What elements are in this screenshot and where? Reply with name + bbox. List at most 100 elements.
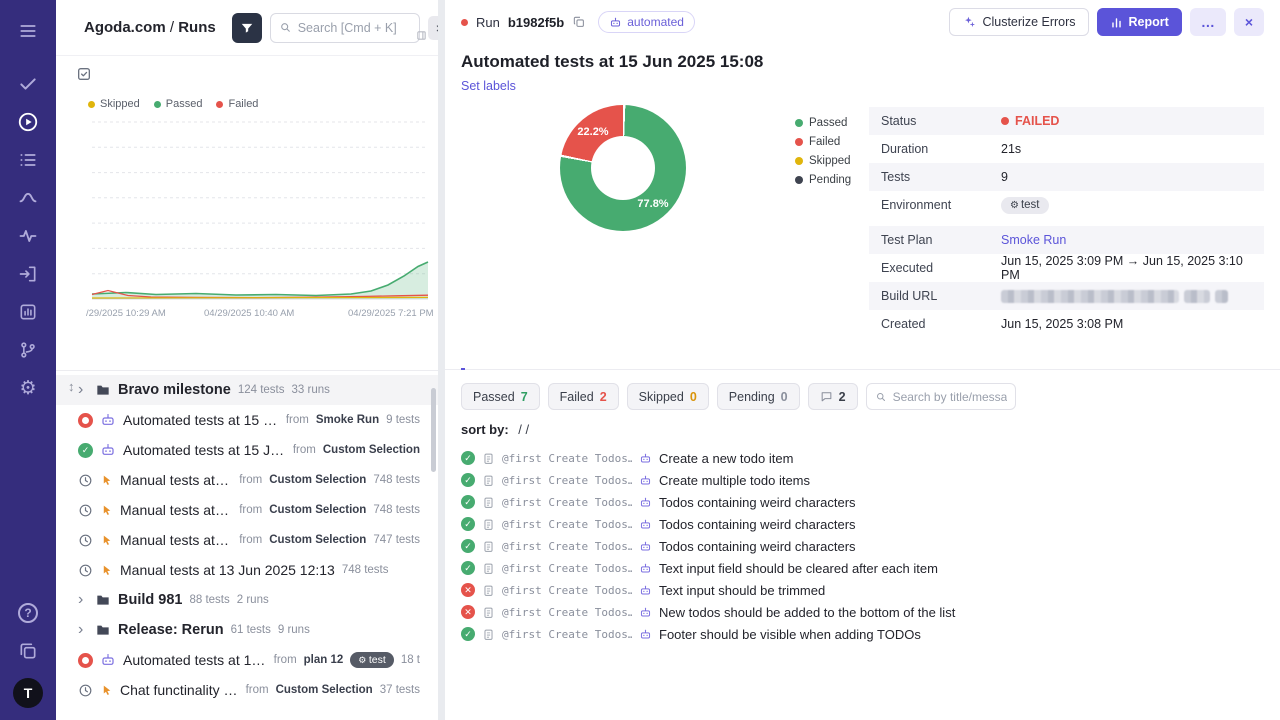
test-plan-link[interactable]: Smoke Run — [1001, 233, 1066, 247]
run-meta-runs: 9 runs — [277, 624, 310, 636]
run-tree-item[interactable]: › ✓ Manual tests at 13 Jun 2025 12:13 74… — [56, 555, 438, 585]
tasks-icon[interactable] — [9, 70, 47, 98]
import-icon[interactable] — [9, 260, 47, 288]
legend-dot — [153, 100, 161, 108]
file-icon — [482, 584, 495, 597]
run-meta-tests: 748 tests — [373, 474, 420, 486]
run-tree-item[interactable]: › ✓ Automated tests at 15 Jun 2025 15:08… — [56, 405, 438, 435]
run-tree-item[interactable]: › ✓ Automated tests at 15 May 2025 12:32… — [56, 645, 438, 675]
suites-icon[interactable] — [9, 146, 47, 174]
manual-hand-icon — [100, 504, 113, 517]
run-title: Automated tests at 15 Jun 2025 15:08 — [123, 412, 279, 428]
run-tree-item[interactable]: › ✓ Manual tests at 13 Jun 2025 12:16 fr… — [56, 495, 438, 525]
test-row[interactable]: ✓ ✕ @first Create Todos… Todos containin… — [445, 535, 1280, 557]
set-labels-link[interactable]: Set labels — [461, 79, 516, 93]
run-tree-item[interactable]: › ✓ Automated tests at 15 Jun 2025 15:01… — [56, 435, 438, 465]
sort-option[interactable] — [515, 422, 526, 437]
test-passed-icon: ✓ — [461, 495, 475, 509]
test-row[interactable]: ✓ ✕ @first Create Todos… Create multiple… — [445, 469, 1280, 491]
close-panel-button[interactable]: × — [427, 15, 438, 40]
more-actions-button[interactable]: … — [1189, 8, 1226, 36]
run-tree-item[interactable]: › ✓ Chat functinality test Copy from Cus… — [56, 675, 438, 705]
test-row[interactable]: ✓ ✕ @first Create Todos… Todos containin… — [445, 513, 1280, 535]
run-title-heading: Automated tests at 15 Jun 2025 15:08 — [461, 52, 764, 71]
reports-icon[interactable] — [9, 298, 47, 326]
filter-button[interactable] — [231, 12, 262, 43]
report-button[interactable]: Report — [1096, 8, 1182, 36]
run-detail-tab[interactable] — [517, 354, 521, 369]
sparkle-icon — [962, 15, 976, 29]
project-name[interactable]: Agoda.com — [84, 19, 166, 36]
test-row[interactable]: ✓ ✕ @first Create Todos… Create a new to… — [445, 447, 1280, 469]
detail-row: Executed Jun 15, 2025 3:09 PM → Jun 15, … — [869, 254, 1264, 282]
donut-legend-item: Pending — [795, 174, 851, 186]
x-tick-label: /29/2025 10:29 AM — [86, 308, 166, 319]
dock-panel-icon[interactable] — [416, 30, 427, 41]
test-title: Todos containing weird characters — [659, 516, 856, 532]
automated-badge[interactable]: automated — [598, 11, 695, 33]
robot-icon — [639, 628, 652, 641]
clusterize-errors-button[interactable]: Clusterize Errors — [949, 8, 1089, 36]
manual-hand-icon — [100, 564, 113, 577]
runs-icon[interactable] — [9, 108, 47, 136]
select-all-checkbox-icon[interactable] — [76, 66, 92, 82]
comments-filter-button[interactable]: 2 — [807, 383, 858, 410]
settings-gear-icon[interactable]: ⚙ — [9, 374, 47, 402]
chevron-right-icon[interactable]: › — [78, 382, 88, 398]
detail-row: Tests 9 9 9 9 — [869, 163, 1264, 191]
detail-label: Environment — [881, 198, 952, 212]
run-tree-item[interactable]: › ✓ Manual tests at 13 Jun 2025 12:13 fr… — [56, 525, 438, 555]
status-filter-button[interactable]: Passed 7 — [461, 383, 540, 410]
pulse-icon[interactable] — [9, 222, 47, 250]
runs-panel-header: Agoda.com / Runs × — [56, 0, 438, 56]
run-tree-item[interactable]: › ✓ Manual tests at 13 Jun 2025 12:17 fr… — [56, 465, 438, 495]
detail-row: Status FAILED FAILED FAILED FAILED — [869, 107, 1264, 135]
test-row[interactable]: ✓ ✕ @first Create Todos… Todos containin… — [445, 491, 1280, 513]
run-detail-tab[interactable] — [461, 354, 465, 370]
test-title: Todos containing weird characters — [659, 494, 856, 510]
status-filter-button[interactable]: Failed 2 — [547, 383, 619, 410]
test-suite-prefix: @first Create Todos… — [502, 517, 632, 531]
projects-icon[interactable] — [9, 637, 47, 665]
copy-icon[interactable] — [572, 15, 586, 29]
status-filter-button[interactable]: Skipped 0 — [626, 383, 709, 410]
run-meta-tests: 18 t — [400, 654, 420, 666]
test-row[interactable]: ✓ ✕ @first Create Todos… Footer should b… — [445, 623, 1280, 645]
donut-legend-item: Skipped — [795, 155, 851, 167]
tests-search-input[interactable] — [892, 389, 1007, 404]
test-failed-icon: ✕ — [461, 583, 475, 597]
branches-icon[interactable] — [9, 336, 47, 364]
test-row[interactable]: ✓ ✕ @first Create Todos… New todos shoul… — [445, 601, 1280, 623]
test-row[interactable]: ✓ ✕ @first Create Todos… Text input fiel… — [445, 557, 1280, 579]
status-dot — [1001, 117, 1009, 125]
status-filter-button[interactable]: Pending 0 — [716, 383, 800, 410]
resize-cursor-icon[interactable]: ↕ — [68, 379, 75, 394]
test-row[interactable]: ✓ ✕ @first Create Todos… Text input shou… — [445, 579, 1280, 601]
run-tree-item[interactable]: › ✓ Build 981 88 tests 2 runs — [56, 585, 438, 615]
scrollbar-thumb[interactable] — [431, 388, 436, 472]
analytics-wave-icon[interactable] — [9, 184, 47, 212]
chevron-right-icon[interactable]: › — [78, 622, 88, 638]
run-id: b1982f5b — [507, 14, 565, 30]
run-tree-item[interactable]: › ✓ Release: Rerun 61 tests 9 runs — [56, 615, 438, 645]
hamburger-menu-icon[interactable] — [9, 17, 47, 45]
run-detail-tab[interactable] — [489, 354, 493, 369]
run-title: Manual tests at 13 Jun 2025 12:16 — [120, 502, 232, 518]
run-from-label: from — [285, 414, 309, 426]
sort-label: sort by: — [461, 422, 509, 437]
run-detail-tabs — [445, 354, 1280, 370]
chevron-right-icon[interactable]: › — [78, 592, 88, 608]
clock-icon — [78, 683, 93, 698]
donut-legend-item: Failed — [795, 136, 851, 148]
sort-option[interactable] — [526, 422, 530, 437]
run-tree-item[interactable]: › ✓ Bravo milestone 124 tests 33 runs — [56, 375, 438, 405]
run-title: Manual tests at 13 Jun 2025 12:13 — [120, 532, 232, 548]
detail-value-status: FAILED — [1015, 114, 1060, 128]
app-logo[interactable]: T — [13, 678, 43, 708]
runs-search-input[interactable] — [297, 20, 411, 35]
test-title: Footer should be visible when adding TOD… — [659, 626, 921, 642]
run-source: Custom Selection — [322, 444, 420, 456]
help-icon[interactable]: ? — [9, 599, 47, 627]
close-run-button[interactable]: × — [1233, 8, 1264, 36]
test-filters-row: Passed 7 Failed 2 Skipped 0 Pending 0 2 — [461, 383, 1264, 410]
